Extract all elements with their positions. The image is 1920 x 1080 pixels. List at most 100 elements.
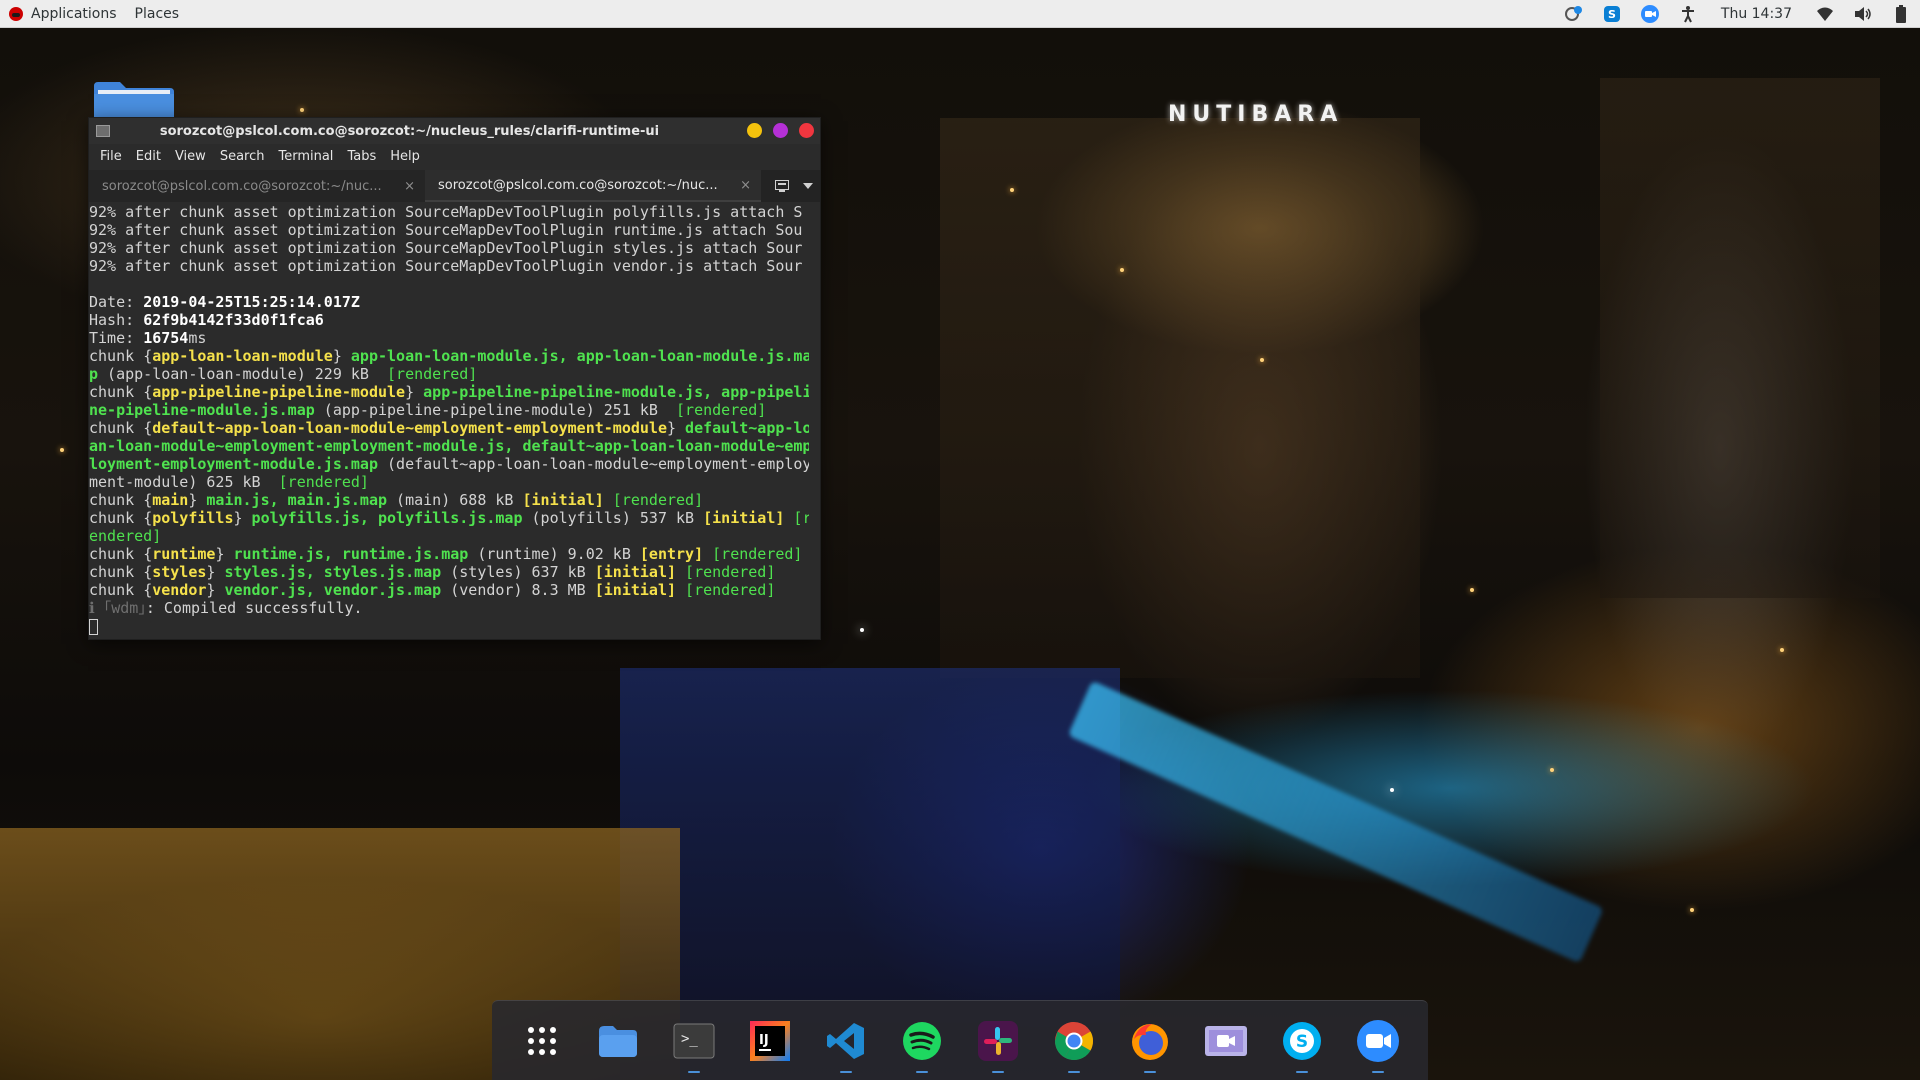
- chunk-files: app-loan-loan-module.js, app-loan-loan-m…: [341, 347, 809, 365]
- clock[interactable]: Thu 14:37: [1707, 6, 1806, 22]
- dock-skype[interactable]: S: [1274, 1003, 1330, 1079]
- close-button[interactable]: [799, 123, 814, 138]
- dock-zoom[interactable]: [1350, 1003, 1406, 1079]
- terminal-icon: >_: [672, 1019, 716, 1063]
- initial-flag: [initial]: [594, 581, 677, 599]
- maximize-button[interactable]: [773, 123, 788, 138]
- menu-help[interactable]: Help: [383, 144, 427, 170]
- dock-files[interactable]: [590, 1003, 646, 1079]
- running-indicator: [688, 1070, 700, 1073]
- wallpaper-light: [60, 448, 64, 452]
- menu-terminal[interactable]: Terminal: [271, 144, 340, 170]
- chunk-name: app-pipeline-pipeline-module: [152, 383, 406, 401]
- chunk-files: default~app-lo: [676, 419, 809, 437]
- accessibility-icon[interactable]: [1677, 3, 1699, 25]
- wallpaper-tower-building: [1600, 78, 1880, 598]
- prompt-line: [89, 617, 809, 635]
- svg-text:S: S: [1296, 1032, 1308, 1052]
- terminal-output[interactable]: 92% after chunk asset optimization Sourc…: [89, 202, 820, 639]
- menu-view[interactable]: View: [168, 144, 213, 170]
- terminal-window[interactable]: sorozcot@pslcol.com.co@sorozcot:~/nucleu…: [88, 117, 821, 640]
- dock-terminal[interactable]: >_: [666, 1003, 722, 1079]
- chunk-line: endered]: [89, 527, 809, 545]
- wifi-icon[interactable]: [1814, 3, 1836, 25]
- progress-line: 92% after chunk asset optimization Sourc…: [89, 203, 803, 221]
- build-date-line: Date: 2019-04-25T15:25:14.017Z: [89, 293, 360, 311]
- tab-tools: [767, 170, 819, 202]
- svg-text:IJ: IJ: [759, 1033, 769, 1048]
- network-manager-icon[interactable]: [1563, 3, 1585, 25]
- dock-chrome[interactable]: [1046, 1003, 1102, 1079]
- chunk-line: loyment-employment-module.js.map (defaul…: [89, 455, 809, 473]
- terminal-title: sorozcot@pslcol.com.co@sorozcot:~/nucleu…: [159, 123, 660, 139]
- initial-flag: [initial]: [522, 491, 604, 509]
- terminal-tab-2[interactable]: sorozcot@pslcol.com.co@sorozcot:~/nuc...…: [425, 170, 761, 202]
- chunk-name: main: [152, 491, 189, 509]
- rendered-flag: [rendered]: [676, 581, 776, 599]
- skype-icon: S: [1280, 1019, 1324, 1063]
- terminal-tab-1[interactable]: sorozcot@pslcol.com.co@sorozcot:~/nuc...…: [89, 170, 425, 202]
- window-controls: [736, 123, 814, 138]
- terminal-titlebar[interactable]: sorozcot@pslcol.com.co@sorozcot:~/nucleu…: [89, 118, 820, 144]
- chunk-line: ne-pipeline-module.js.map (app-pipeline-…: [89, 401, 767, 419]
- tab-close-icon[interactable]: ×: [740, 178, 751, 193]
- chrome-icon: [1052, 1019, 1096, 1063]
- chunk-line: an-loan-module~employment-employment-mod…: [89, 437, 809, 455]
- dock-spotify[interactable]: [894, 1003, 950, 1079]
- chunk-name: styles: [152, 563, 207, 581]
- volume-icon[interactable]: [1852, 3, 1874, 25]
- chunk-name: runtime: [152, 545, 216, 563]
- dock-intellij-idea[interactable]: IJ: [742, 1003, 798, 1079]
- terminal-tabbar: sorozcot@pslcol.com.co@sorozcot:~/nuc...…: [89, 170, 820, 203]
- wallpaper-hotel-building: [940, 118, 1420, 678]
- svg-text:>_: >_: [681, 1031, 698, 1047]
- terminal-tab-label: sorozcot@pslcol.com.co@sorozcot:~/nuc...: [438, 177, 718, 193]
- new-tab-icon[interactable]: [771, 175, 793, 197]
- chunk-name: vendor: [152, 581, 207, 599]
- running-indicator: [1144, 1070, 1156, 1073]
- skype-tray-icon[interactable]: S: [1601, 3, 1623, 25]
- chunk-line: p (app-loan-loan-module) 229 kB [rendere…: [89, 365, 478, 383]
- menu-tabs[interactable]: Tabs: [340, 144, 383, 170]
- applications-menu[interactable]: Applications: [0, 0, 126, 28]
- intellij-icon: IJ: [748, 1019, 792, 1063]
- rendered-flag: [rendered]: [387, 365, 478, 383]
- menu-edit[interactable]: Edit: [129, 144, 168, 170]
- dock-firefox[interactable]: [1122, 1003, 1178, 1079]
- tabs-dropdown-icon[interactable]: [797, 175, 819, 197]
- chunk-line: chunk {default~app-loan-loan-module~empl…: [89, 419, 809, 437]
- terminal-lines: 92% after chunk asset optimization Sourc…: [89, 203, 809, 635]
- wallpaper-light: [1390, 788, 1394, 792]
- tab-close-icon[interactable]: ×: [404, 179, 415, 194]
- slack-icon: [976, 1019, 1020, 1063]
- rendered-flag: [rendered]: [703, 545, 803, 563]
- build-hash-line: Hash: 62f9b4142f33d0f1fca6: [89, 311, 324, 329]
- applications-menu-label: Applications: [31, 5, 117, 22]
- zoom-tray-icon[interactable]: [1639, 3, 1661, 25]
- wallpaper-metro-bridge: [1067, 680, 1604, 964]
- chunk-line: chunk {runtime} runtime.js, runtime.js.m…: [89, 545, 803, 563]
- rendered-flag: [rendered]: [676, 401, 767, 419]
- menu-search[interactable]: Search: [213, 144, 272, 170]
- progress-line: 92% after chunk asset optimization Sourc…: [89, 257, 803, 275]
- svg-text:S: S: [1608, 8, 1616, 21]
- chunk-line: chunk {app-loan-loan-module} app-loan-lo…: [89, 347, 809, 365]
- dock-screen-recorder[interactable]: [1198, 1003, 1254, 1079]
- running-indicator: [992, 1070, 1004, 1073]
- chunk-line: chunk {main} main.js, main.js.map (main)…: [89, 491, 704, 509]
- places-menu[interactable]: Places: [126, 0, 189, 28]
- build-hash-value: 62f9b4142f33d0f1fca6: [143, 311, 324, 329]
- dock-vscode[interactable]: [818, 1003, 874, 1079]
- running-indicator: [840, 1070, 852, 1073]
- wallpaper-light: [1010, 188, 1014, 192]
- chunk-line: chunk {vendor} vendor.js, vendor.js.map …: [89, 581, 776, 599]
- wallpaper-light: [1260, 358, 1264, 362]
- dock-slack[interactable]: [970, 1003, 1026, 1079]
- battery-icon[interactable]: [1890, 3, 1912, 25]
- menu-file[interactable]: File: [93, 144, 129, 170]
- dock-show-applications[interactable]: [514, 1003, 570, 1079]
- wallpaper-light: [1470, 588, 1474, 592]
- desktop-folder-icon[interactable]: [90, 80, 178, 120]
- minimize-button[interactable]: [747, 123, 762, 138]
